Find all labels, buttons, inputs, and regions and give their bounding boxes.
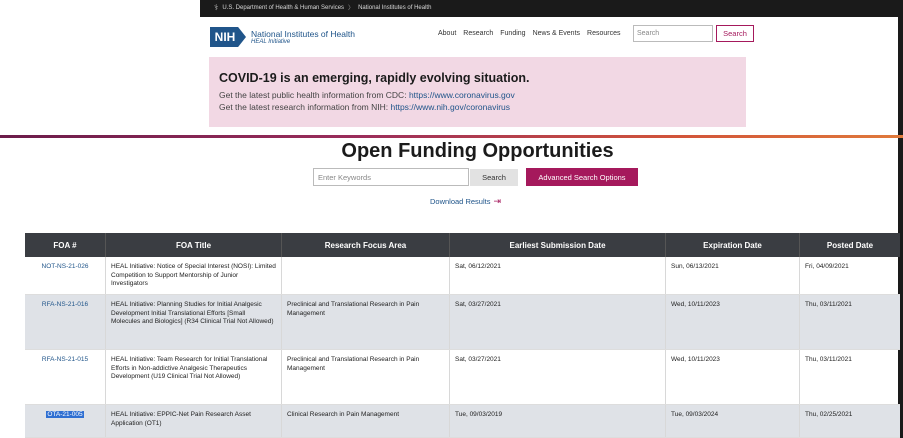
covid-nih-text: Get the latest research information from…	[219, 102, 389, 112]
page-title: Open Funding Opportunities	[341, 140, 614, 162]
col-foa-title[interactable]: FOA Title	[106, 233, 282, 257]
covid-heading: COVID-19 is an emerging, rapidly evolvin…	[219, 71, 530, 85]
col-posted-date[interactable]: Posted Date	[800, 233, 900, 257]
gov-bar-gap	[0, 0, 200, 17]
col-foa-number[interactable]: FOA #	[25, 233, 106, 257]
expiration-date: Tue, 09/03/2024	[666, 405, 800, 437]
gradient-divider	[0, 135, 903, 138]
covid-cdc-link[interactable]: https://www.coronavirus.gov	[409, 90, 515, 100]
site-search-button[interactable]: Search	[716, 25, 754, 42]
covid-line-nih: Get the latest research information from…	[219, 101, 736, 113]
table-row: NOT-NS-21-026 HEAL Initiative: Notice of…	[25, 257, 900, 295]
foa-number-cell: OTA-21-005	[25, 405, 106, 437]
keyword-search-button[interactable]: Search	[470, 169, 518, 186]
table-row: OTA-21-005 HEAL Initiative: EPPIC-Net Pa…	[25, 405, 900, 438]
nih-logo[interactable]: NIH National Institutes of Health HEAL I…	[210, 27, 355, 47]
foa-title: HEAL Initiative: Team Research for Initi…	[106, 350, 282, 404]
earliest-date: Sat, 06/12/2021	[450, 257, 666, 294]
earliest-date: Sat, 03/27/2021	[450, 350, 666, 404]
table-row: RFA-NS-21-015 HEAL Initiative: Team Rese…	[25, 350, 900, 405]
posted-date: Thu, 03/11/2021	[805, 356, 852, 363]
posted-date: Fri, 04/09/2021	[805, 263, 849, 270]
initiative-name: HEAL Initiative	[251, 39, 291, 45]
nav-research[interactable]: Research	[463, 30, 493, 37]
nav-about[interactable]: About	[438, 30, 456, 37]
earliest-date: Sat, 03/27/2021	[450, 295, 666, 349]
expiration-date: Wed, 10/11/2023	[666, 295, 800, 349]
covid-line-cdc: Get the latest public health information…	[219, 89, 736, 101]
foa-title: HEAL Initiative: Notice of Special Inter…	[106, 257, 282, 294]
research-focus: Preclinical and Translational Research i…	[282, 350, 450, 404]
research-focus	[282, 257, 450, 294]
nav-resources[interactable]: Resources	[587, 30, 620, 37]
expiration-date: Sun, 06/13/2021	[666, 257, 800, 294]
nav-news-events[interactable]: News & Events	[533, 30, 580, 37]
covid-banner: COVID-19 is an emerging, rapidly evolvin…	[209, 57, 746, 127]
research-focus: Preclinical and Translational Research i…	[282, 295, 450, 349]
foa-number-link[interactable]: NOT-NS-21-026	[25, 257, 106, 294]
foa-number-link[interactable]: RFA-NS-21-015	[25, 350, 106, 404]
covid-nih-link[interactable]: https://www.nih.gov/coronavirus	[391, 102, 511, 112]
gov-bar: ⚕ U.S. Department of Health & Human Serv…	[0, 0, 903, 17]
download-results-link[interactable]: Download Results ⇥	[430, 196, 501, 207]
table-header: FOA # FOA Title Research Focus Area Earl…	[25, 233, 900, 257]
hhs-eagle-icon: ⚕	[214, 3, 219, 12]
foa-number-link-selected[interactable]: OTA-21-005	[46, 411, 84, 418]
col-research-focus[interactable]: Research Focus Area	[282, 233, 450, 257]
col-expiration-date[interactable]: Expiration Date	[666, 233, 800, 257]
nav-funding[interactable]: Funding	[500, 30, 525, 37]
hhs-link[interactable]: U.S. Department of Health & Human Servic…	[222, 5, 344, 11]
foa-title: HEAL Initiative: EPPIC-Net Pain Research…	[106, 405, 282, 437]
export-icon: ⇥	[493, 196, 501, 206]
nih-link[interactable]: National Institutes of Health	[358, 5, 431, 11]
foa-title: HEAL Initiative: Planning Studies for In…	[106, 295, 282, 349]
chevron-right-icon: 〉	[348, 6, 355, 12]
gov-breadcrumb: ⚕ U.S. Department of Health & Human Serv…	[214, 3, 431, 12]
funding-table: FOA # FOA Title Research Focus Area Earl…	[25, 233, 900, 438]
table-row: RFA-NS-21-016 HEAL Initiative: Planning …	[25, 295, 900, 350]
keyword-input[interactable]: Enter Keywords	[313, 168, 469, 186]
covid-cdc-text: Get the latest public health information…	[219, 90, 407, 100]
posted-date: Thu, 02/25/2021	[805, 411, 853, 418]
foa-number-link[interactable]: RFA-NS-21-016	[25, 295, 106, 349]
research-focus: Clinical Research in Pain Management	[282, 405, 450, 437]
posted-date: Thu, 03/11/2021	[805, 301, 852, 308]
col-earliest-submission[interactable]: Earliest Submission Date	[450, 233, 666, 257]
org-name: National Institutes of Health	[251, 29, 355, 39]
earliest-date: Tue, 09/03/2019	[450, 405, 666, 437]
advanced-search-button[interactable]: Advanced Search Options	[526, 168, 638, 186]
site-search-input[interactable]: Search	[633, 25, 713, 42]
site-header: NIH National Institutes of Health HEAL I…	[210, 22, 754, 52]
nih-logo-mark: NIH	[210, 27, 246, 47]
nih-logo-text: National Institutes of Health HEAL Initi…	[251, 29, 355, 45]
main-nav: About Research Funding News & Events Res…	[438, 30, 621, 37]
download-label: Download Results	[430, 197, 491, 206]
expiration-date: Wed, 10/11/2023	[666, 350, 800, 404]
